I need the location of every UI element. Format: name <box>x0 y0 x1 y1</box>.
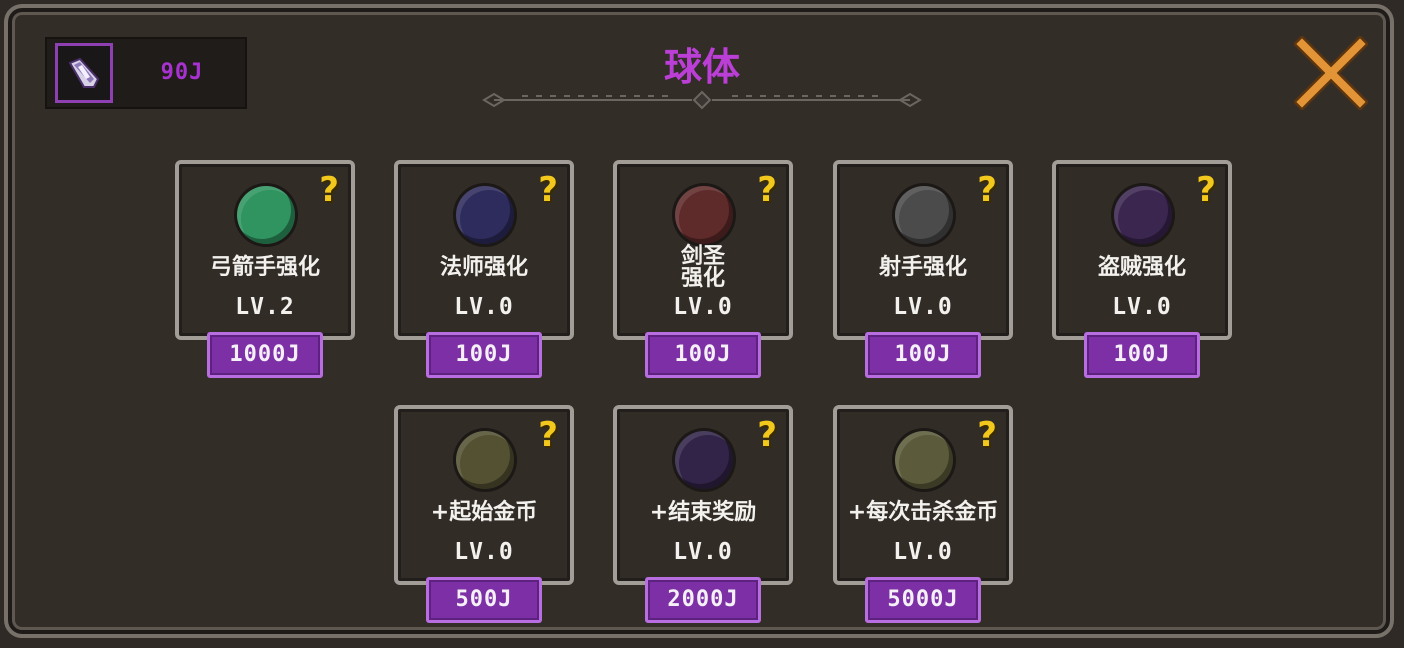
buy-button-archer[interactable]: 1000J <box>207 332 323 378</box>
buy-button-shooter[interactable]: 100J <box>865 332 981 378</box>
upgrade-card-kill-gold[interactable]: ? +每次击杀金币 LV.0 <box>833 405 1013 585</box>
upgrade-name: 弓箭手强化 <box>209 255 320 280</box>
buy-button-rogue[interactable]: 100J <box>1084 332 1200 378</box>
help-icon[interactable]: ? <box>977 170 997 210</box>
upgrade-card-end-reward[interactable]: ? +结束奖励 LV.0 <box>613 405 793 585</box>
orb-icon <box>456 431 514 489</box>
close-x-icon[interactable] <box>1292 34 1370 112</box>
help-icon[interactable]: ? <box>538 170 558 210</box>
upgrade-name: +每次击杀金币 <box>847 500 999 525</box>
upgrade-card-rogue[interactable]: ? 盗贼强化 LV.0 <box>1052 160 1232 340</box>
help-icon[interactable]: ? <box>757 415 777 455</box>
orb-icon <box>675 186 733 244</box>
help-icon[interactable]: ? <box>977 415 997 455</box>
upgrade-card-mage[interactable]: ? 法师强化 LV.0 <box>394 160 574 340</box>
title-divider <box>482 90 922 110</box>
upgrade-card-archer[interactable]: ? 弓箭手强化 LV.2 <box>175 160 355 340</box>
upgrade-level: LV.2 <box>235 294 295 320</box>
upgrade-card-swordmaster[interactable]: ? 剑圣 强化 LV.0 <box>613 160 793 340</box>
upgrade-name: +结束奖励 <box>649 500 757 525</box>
upgrade-name: 法师强化 <box>439 255 528 280</box>
help-icon[interactable]: ? <box>538 415 558 455</box>
upgrade-level: LV.0 <box>893 539 953 565</box>
help-icon[interactable]: ? <box>757 170 777 210</box>
upgrade-name: 射手强化 <box>878 255 967 280</box>
buy-button-end-reward[interactable]: 2000J <box>645 577 761 623</box>
orb-icon <box>1114 186 1172 244</box>
help-icon[interactable]: ? <box>1196 170 1216 210</box>
upgrade-name: 剑圣 强化 <box>680 244 725 291</box>
upgrade-name: 盗贼强化 <box>1097 255 1186 280</box>
upgrade-level: LV.0 <box>454 539 514 565</box>
buy-button-swordmaster[interactable]: 100J <box>645 332 761 378</box>
upgrade-level: LV.0 <box>673 294 733 320</box>
buy-button-start-gold[interactable]: 500J <box>426 577 542 623</box>
orb-icon <box>456 186 514 244</box>
orb-icon <box>895 431 953 489</box>
upgrade-level: LV.0 <box>893 294 953 320</box>
upgrade-name: +起始金币 <box>430 500 538 525</box>
help-icon[interactable]: ? <box>319 170 339 210</box>
upgrade-card-shooter[interactable]: ? 射手强化 LV.0 <box>833 160 1013 340</box>
buy-button-mage[interactable]: 100J <box>426 332 542 378</box>
upgrade-card-start-gold[interactable]: ? +起始金币 LV.0 <box>394 405 574 585</box>
upgrade-level: LV.0 <box>673 539 733 565</box>
orb-icon <box>675 431 733 489</box>
upgrade-level: LV.0 <box>1112 294 1172 320</box>
upgrade-level: LV.0 <box>454 294 514 320</box>
page-title: 球体 <box>663 45 740 89</box>
orb-icon <box>237 186 295 244</box>
orb-icon <box>895 186 953 244</box>
buy-button-kill-gold[interactable]: 5000J <box>865 577 981 623</box>
